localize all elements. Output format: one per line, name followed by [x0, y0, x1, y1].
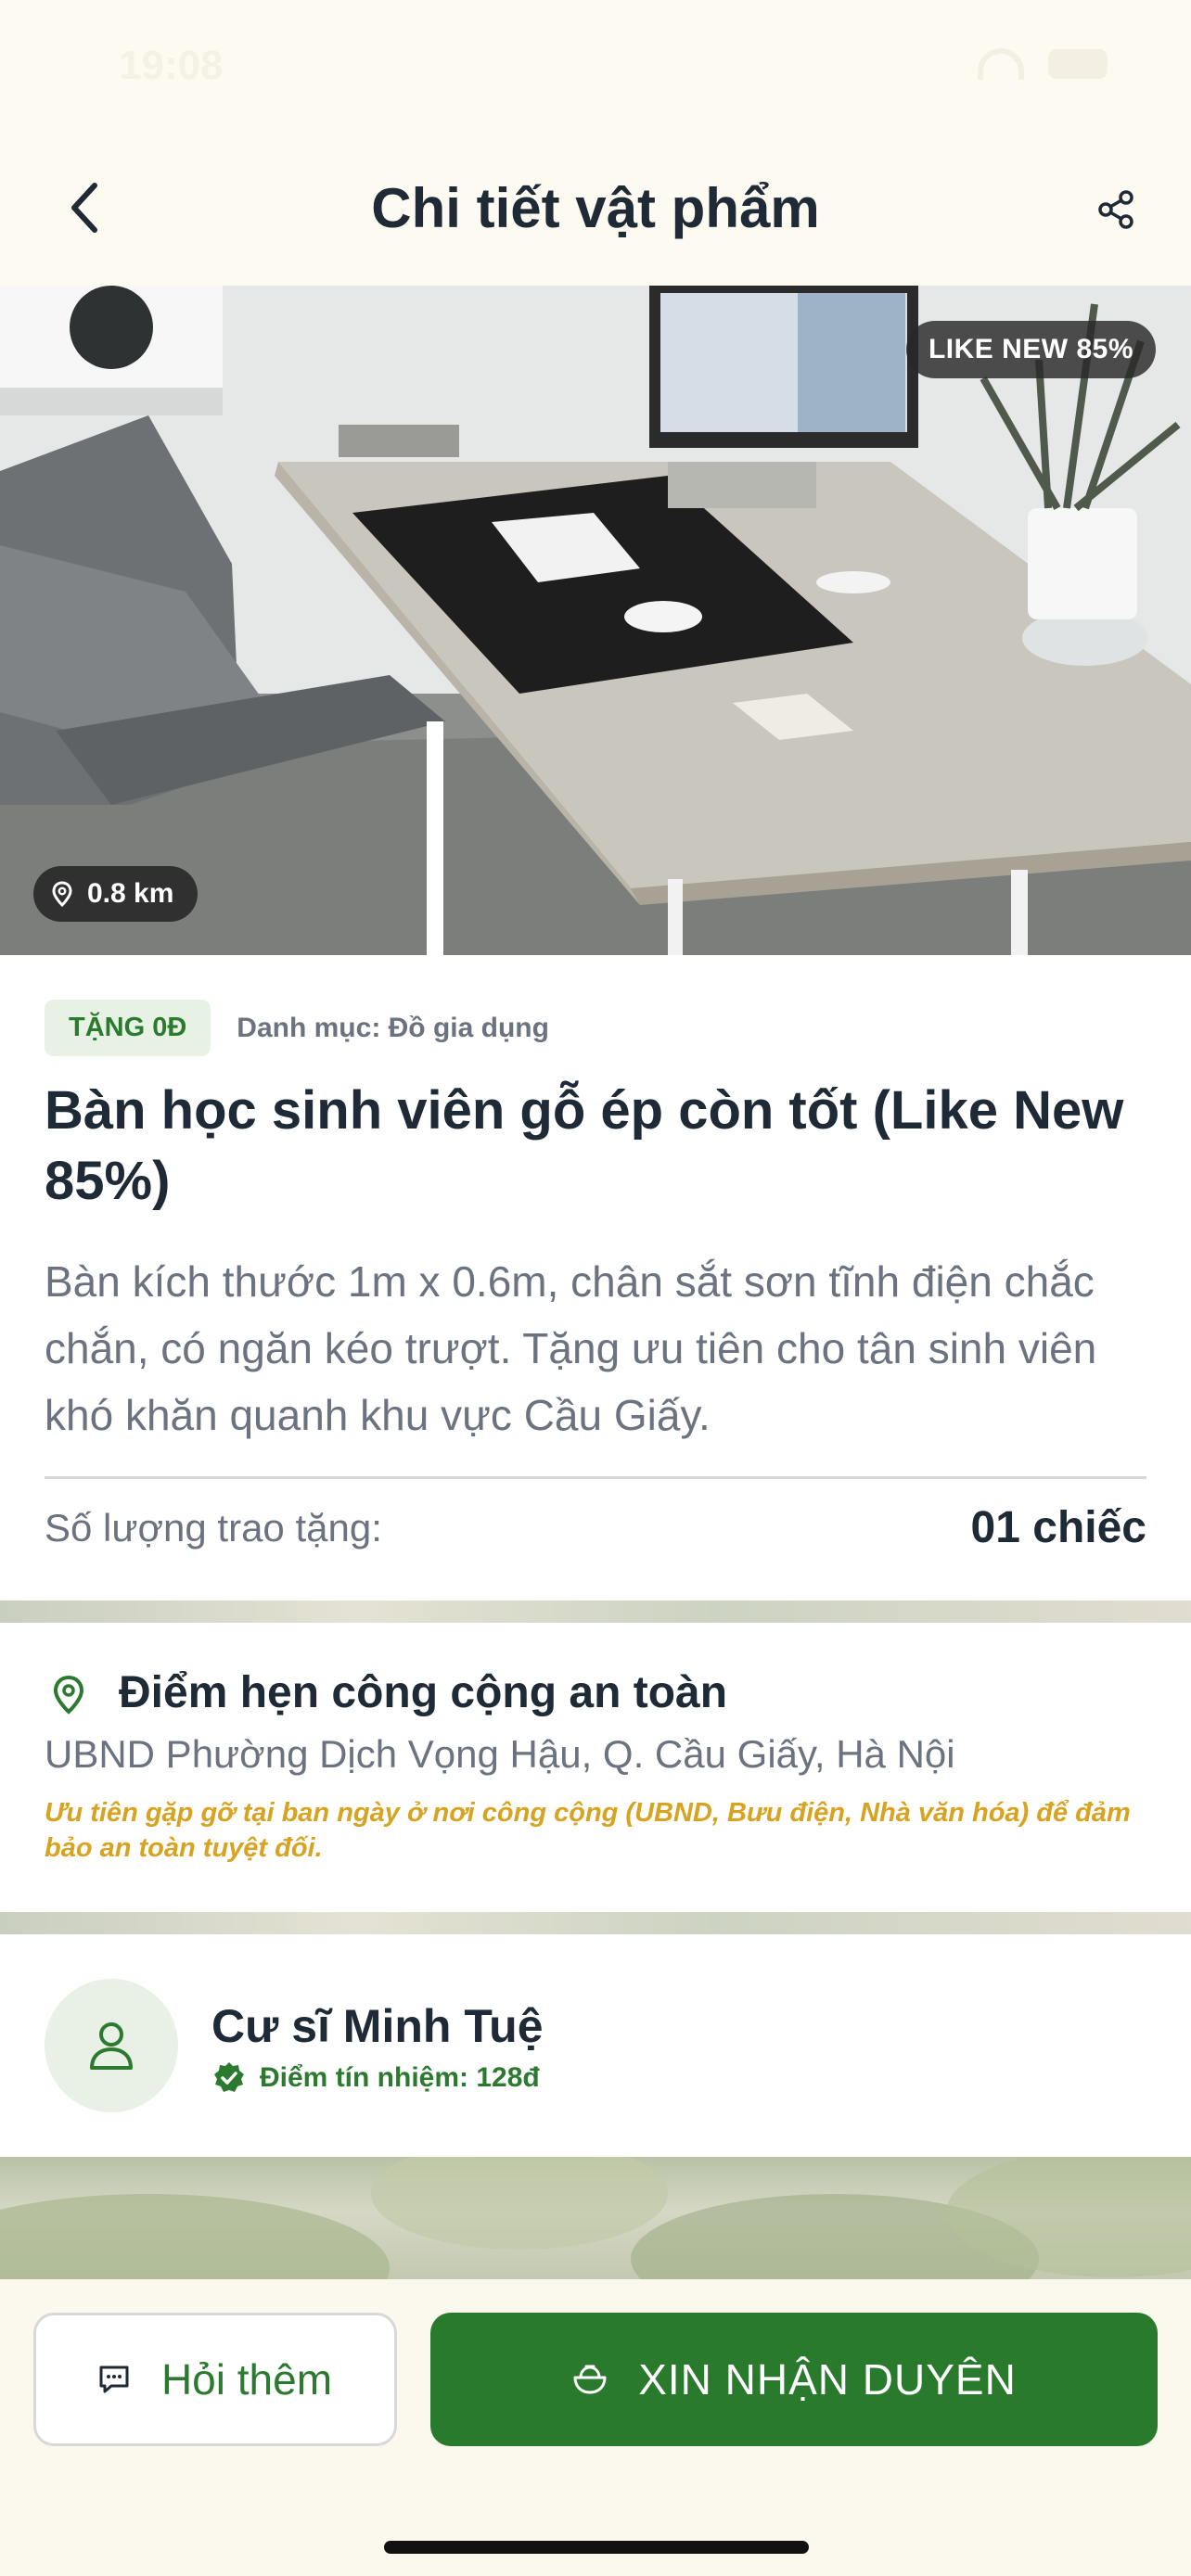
request-receive-button[interactable]: XIN NHẬN DUYÊN [430, 2313, 1158, 2446]
share-button[interactable] [1083, 176, 1150, 243]
user-icon [90, 2022, 133, 2070]
distance-text: 0.8 km [87, 878, 174, 909]
avatar [45, 1979, 178, 2112]
meeting-point-card: Điểm hẹn công cộng an toàn UBND Phường D… [0, 1623, 1191, 1912]
decorative-landscape [0, 2157, 1191, 2279]
location-pin-icon [52, 881, 72, 907]
share-icon [1098, 190, 1133, 229]
condition-badge: LIKE NEW 85% [905, 321, 1156, 378]
meeting-note: Ưu tiên gặp gỡ tại ban ngày ở nơi công c… [45, 1798, 1131, 1863]
decorative-strip [0, 1600, 1191, 1623]
item-title: Bàn học sinh viên gỗ ép còn tốt (Like Ne… [45, 1080, 1124, 1211]
item-description: Bàn kích thước 1m x 0.6m, chân sắt sơn t… [45, 1257, 1097, 1439]
landscape-illustration [0, 2157, 1191, 2279]
meeting-title: Điểm hẹn công cộng an toàn [119, 1668, 728, 1717]
status-icons [978, 48, 1108, 80]
bottom-action-bar: Hỏi thêm XIN NHẬN DUYÊN [0, 2279, 1191, 2576]
chat-bubble-icon [99, 2366, 129, 2393]
bowl-icon [573, 2365, 607, 2394]
tag-row: TẶNG 0Đ Danh mục: Đồ gia dụng [45, 1000, 549, 1056]
item-photo[interactable]: LIKE NEW 85% 0.8 km [0, 286, 1191, 955]
location-pin-icon [53, 1675, 84, 1715]
quantity-value: 01 chiếc [970, 1503, 1146, 1552]
category-label: Danh mục: Đồ gia dụng [237, 1012, 549, 1043]
wifi-icon [978, 48, 1024, 80]
trust-score-row: Điểm tín nhiệm: 128đ [211, 2060, 540, 2096]
item-detail-card: TẶNG 0Đ Danh mục: Đồ gia dụng Bàn học si… [0, 955, 1191, 1600]
price-tag: TẶNG 0Đ [45, 1000, 211, 1056]
user-name: Cư sĩ Minh Tuệ [211, 2000, 544, 2052]
distance-badge: 0.8 km [33, 866, 198, 922]
battery-icon [1048, 49, 1108, 79]
desk-photo-illustration [0, 286, 1191, 955]
status-bar: 19:08 [0, 0, 1191, 130]
decorative-strip [0, 1912, 1191, 1934]
verified-badge-icon [214, 2062, 244, 2092]
quantity-label: Số lượng trao tặng: [45, 1506, 382, 1549]
meeting-address: UBND Phường Dịch Vọng Hậu, Q. Cầu Giấy, … [45, 1732, 955, 1776]
status-time: 19:08 [119, 43, 224, 88]
giver-profile-card[interactable]: Cư sĩ Minh Tuệ Điểm tín nhiệm: 128đ [0, 1934, 1191, 2157]
home-indicator [384, 2541, 809, 2554]
page-title: Chi tiết vật phẩm [371, 177, 820, 239]
header: Chi tiết vật phẩm [0, 130, 1191, 286]
ask-more-button[interactable]: Hỏi thêm [33, 2313, 397, 2446]
divider [45, 1476, 1146, 1479]
request-receive-label: XIN NHẬN DUYÊN [638, 2355, 1017, 2404]
trust-score: Điểm tín nhiệm: 128đ [260, 2062, 540, 2093]
ask-more-label: Hỏi thêm [160, 2355, 333, 2404]
